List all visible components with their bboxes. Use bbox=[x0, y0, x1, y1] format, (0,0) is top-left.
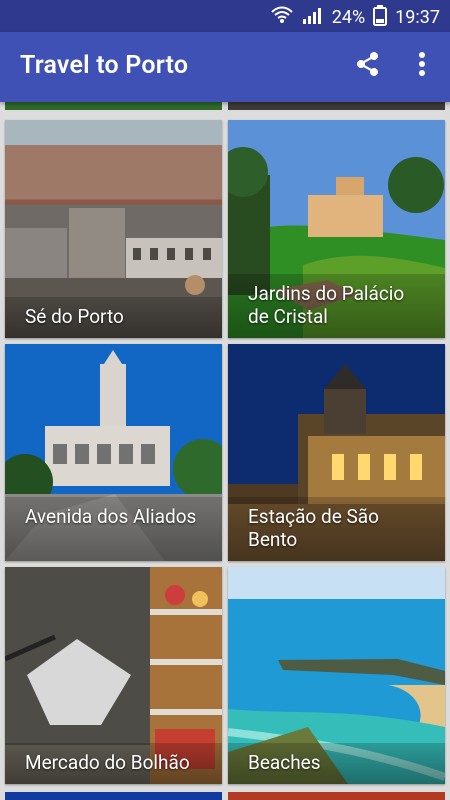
card-label: Jardins do Palácio de Cristal bbox=[228, 274, 445, 338]
next-card-left-peek[interactable] bbox=[5, 792, 222, 800]
card-jardins-do-palacio-de-cristal[interactable]: Jardins do Palácio de Cristal bbox=[228, 120, 445, 338]
card-label: Mercado do Bolhão bbox=[5, 743, 222, 784]
app-title: Travel to Porto bbox=[20, 51, 189, 80]
share-button[interactable] bbox=[350, 48, 386, 84]
card-estacao-de-sao-bento[interactable]: Estação de São Bento bbox=[228, 344, 445, 561]
status-right: 24% 19:37 bbox=[270, 4, 440, 31]
signal-icon bbox=[302, 5, 324, 30]
previous-card-left-peek[interactable] bbox=[5, 102, 222, 110]
app-bar: Travel to Porto bbox=[0, 32, 450, 102]
attractions-grid[interactable]: Sé do Porto Jardins do Palácio de Crista… bbox=[0, 102, 450, 800]
card-label: Avenida dos Aliados bbox=[5, 497, 222, 561]
battery-percent: 24% bbox=[331, 7, 366, 28]
share-icon bbox=[354, 50, 382, 82]
battery-icon bbox=[373, 4, 388, 31]
clock: 19:37 bbox=[395, 7, 440, 28]
wifi-icon bbox=[270, 5, 294, 30]
card-mercado-do-bolhao[interactable]: Mercado do Bolhão bbox=[5, 567, 222, 784]
more-vert-icon bbox=[418, 50, 426, 82]
next-card-right-peek[interactable] bbox=[228, 792, 445, 800]
status-bar: 24% 19:37 bbox=[0, 0, 450, 32]
card-label: Estação de São Bento bbox=[228, 497, 445, 561]
more-options-button[interactable] bbox=[404, 48, 440, 84]
card-label: Sé do Porto bbox=[5, 297, 222, 338]
card-beaches[interactable]: Beaches bbox=[228, 567, 445, 784]
card-label: Beaches bbox=[228, 743, 445, 784]
card-se-do-porto[interactable]: Sé do Porto bbox=[5, 120, 222, 338]
previous-card-right-peek[interactable] bbox=[228, 102, 445, 110]
card-avenida-dos-aliados[interactable]: Avenida dos Aliados bbox=[5, 344, 222, 561]
